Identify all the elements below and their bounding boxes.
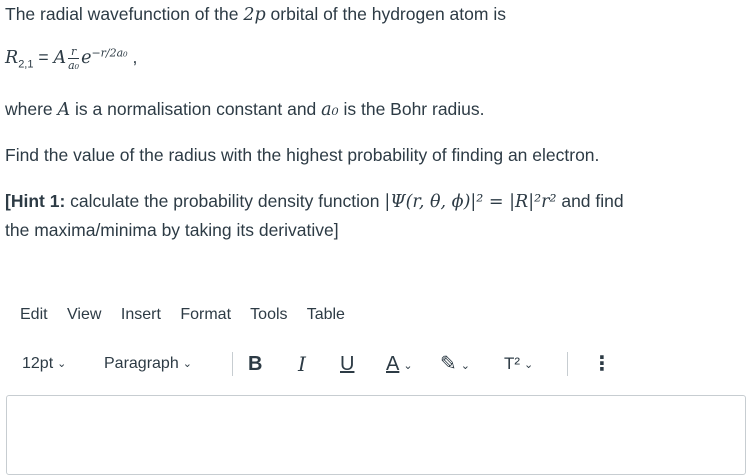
hint-line-1: [Hint 1: calculate the probability densi… xyxy=(5,191,624,212)
intro-text: The radial wavefunction of the 2p orbita… xyxy=(5,4,506,25)
formula-exp-base: e xyxy=(81,48,92,69)
find-line: Find the value of the radius with the hi… xyxy=(5,145,600,165)
frac-denominator: a₀ xyxy=(68,59,80,72)
formula-eq: = xyxy=(38,47,49,68)
font-size-select[interactable]: 12pt ⌄ xyxy=(22,350,66,378)
toolbar-divider xyxy=(232,352,233,376)
italic-button[interactable]: I xyxy=(298,350,306,378)
block-format-select[interactable]: Paragraph ⌄ xyxy=(104,350,192,378)
orbital-label: 2p xyxy=(243,5,266,25)
frac-numerator: r xyxy=(68,46,80,59)
formula-trail: , xyxy=(132,47,138,68)
superscript-icon: T² xyxy=(504,354,521,373)
where-a0: a₀ xyxy=(321,100,339,120)
where-line: where A is a normalisation constant and … xyxy=(5,99,485,120)
chevron-down-icon: ⌄ xyxy=(182,358,192,370)
editor-menubar: Edit View Insert Format Tools Table xyxy=(20,306,360,324)
hint-math: |Ψ(r, θ, ϕ)|² = |R|²r² xyxy=(384,192,557,212)
superscript-button[interactable]: T² ⌄ xyxy=(504,350,533,378)
where-A: A xyxy=(57,100,71,120)
intro-line: The radial wavefunction of the 2p orbita… xyxy=(5,4,506,25)
underline-button[interactable]: U xyxy=(340,350,354,378)
chevron-down-icon: ⌄ xyxy=(460,360,470,372)
bold-button[interactable]: B xyxy=(248,350,262,378)
menu-view[interactable]: View xyxy=(67,306,101,323)
toolbar-divider xyxy=(567,352,568,376)
answer-editor[interactable] xyxy=(6,395,746,475)
chevron-down-icon: ⌄ xyxy=(524,359,534,371)
formula-lhs-sub: 2,1 xyxy=(18,58,34,71)
menu-insert[interactable]: Insert xyxy=(121,306,161,323)
highlight-icon: ✎ xyxy=(440,353,457,375)
chevron-down-icon: ⌄ xyxy=(57,358,67,370)
editor-toolbar: 12pt ⌄ Paragraph ⌄ B I U A ⌄ ✎ ⌄ T² ⌄ ⋮ xyxy=(22,350,622,378)
hint-label: [Hint 1: xyxy=(5,191,66,211)
hint-line-2: the maxima/minima by taking its derivati… xyxy=(5,220,339,240)
text-color-icon: A xyxy=(386,353,400,375)
text-color-button[interactable]: A ⌄ xyxy=(386,350,413,378)
formula-exponent: −r/2a₀ xyxy=(91,46,128,60)
formula-A: A xyxy=(53,48,67,69)
more-options-icon[interactable]: ⋮ xyxy=(592,350,612,378)
formula-lhs: R xyxy=(5,48,19,69)
highlight-button[interactable]: ✎ ⌄ xyxy=(440,350,470,378)
menu-edit[interactable]: Edit xyxy=(20,306,48,323)
formula: R2,1 = Ar a₀ e−r/2a₀ , xyxy=(5,46,137,71)
formula-fraction: r a₀ xyxy=(68,46,80,72)
menu-format[interactable]: Format xyxy=(180,306,231,323)
menu-tools[interactable]: Tools xyxy=(250,306,287,323)
menu-table[interactable]: Table xyxy=(307,306,345,323)
chevron-down-icon: ⌄ xyxy=(403,360,413,372)
